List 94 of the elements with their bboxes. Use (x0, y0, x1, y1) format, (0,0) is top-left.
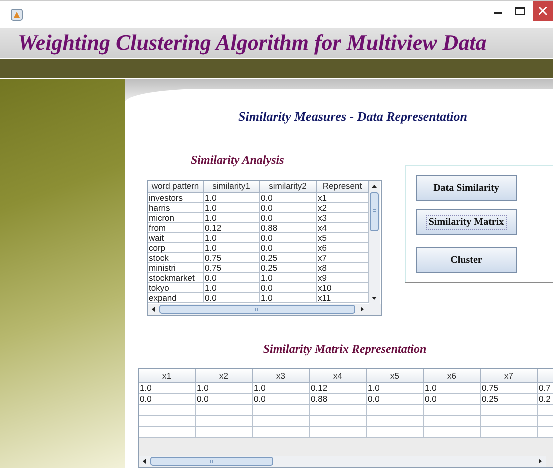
table-cell (139, 416, 196, 427)
table-cell (196, 427, 253, 438)
table-cell: 0.0 (260, 233, 317, 243)
close-icon (539, 7, 547, 15)
close-button[interactable] (533, 1, 553, 21)
table-cell: stockmarket (148, 273, 204, 283)
table-cell: 0.0 (253, 394, 310, 405)
table-cell (481, 416, 538, 427)
column-header[interactable]: similarity1 (204, 181, 260, 193)
table-cell: 0.0 (424, 394, 481, 405)
table-cell: 1.0 (204, 213, 260, 223)
table-cell: 1.0 (204, 193, 260, 203)
table-cell: 0.12 (204, 223, 260, 233)
table-cell: 0.0 (260, 193, 317, 203)
table-cell: 1.0 (139, 383, 196, 394)
table-cell: 1.0 (204, 233, 260, 243)
table-cell: 1.0 (367, 383, 424, 394)
table-cell (481, 405, 538, 416)
action-button[interactable]: Data Similarity (416, 175, 517, 201)
app-icon (11, 8, 23, 20)
table-cell: 0.12 (310, 383, 367, 394)
table-cell: 0.25 (260, 253, 317, 263)
table-cell (367, 427, 424, 438)
table-cell: 0.25 (481, 394, 538, 405)
table-cell: 0.75 (204, 253, 260, 263)
column-header[interactable]: x5 (367, 369, 424, 383)
table-cell: 0.0 (196, 394, 253, 405)
table-cell: 0.75 (481, 383, 538, 394)
table-cell (310, 427, 367, 438)
table-cell (424, 427, 481, 438)
page-heading: Similarity Measures - Data Representation (238, 108, 468, 125)
table-cell: 1.0 (253, 383, 310, 394)
table-cell: 0.0 (260, 283, 317, 293)
column-header[interactable]: x4 (310, 369, 367, 383)
table-cell: 0.25 (260, 263, 317, 273)
table-cell (139, 427, 196, 438)
table-cell (253, 427, 310, 438)
table-cell: 0.0 (260, 203, 317, 213)
horizontal-scrollbar[interactable] (148, 304, 381, 315)
table-cell: 0.88 (260, 223, 317, 233)
table-cell: 0.0 (204, 273, 260, 283)
table-cell: 1.0 (196, 383, 253, 394)
column-header[interactable]: x1 (139, 369, 196, 383)
table-cell (253, 405, 310, 416)
column-header[interactable]: similarity2 (260, 181, 317, 193)
table-cell: 0.0 (367, 394, 424, 405)
table-cell (139, 405, 196, 416)
column-header[interactable]: Represent (317, 181, 369, 193)
table-cell (367, 405, 424, 416)
column-header[interactable]: x6 (424, 369, 481, 383)
table-cell (196, 416, 253, 427)
section-title: Similarity Analysis (191, 153, 286, 168)
table-cell: 0.0 (139, 394, 196, 405)
table-cell: 1.0 (204, 243, 260, 253)
table-cell: ministri (148, 263, 204, 273)
app-title: Weighting Clustering Algorithm for Multiview Data (18, 30, 487, 56)
table-cell: 0.0 (204, 293, 260, 303)
table-cell: 0.75 (204, 263, 260, 273)
table-cell (424, 405, 481, 416)
table-cell: micron (148, 213, 204, 223)
table-cell: harris (148, 203, 204, 213)
table-cell: 0.88 (310, 394, 367, 405)
table-cell: from (148, 223, 204, 233)
table-cell: tokyo (148, 283, 204, 293)
action-button[interactable]: Similarity Matrix (416, 209, 517, 235)
column-header[interactable]: x7 (481, 369, 538, 383)
table-cell: 0.0 (260, 243, 317, 253)
column-header[interactable]: x3 (253, 369, 310, 383)
table-cell: stock (148, 253, 204, 263)
table-cell: 1.0 (260, 293, 317, 303)
table-cell (367, 416, 424, 427)
table-cell (253, 416, 310, 427)
action-button[interactable]: Cluster (416, 247, 517, 273)
table-cell (196, 405, 253, 416)
table-cell (481, 427, 538, 438)
column-header[interactable]: word pattern (148, 181, 204, 193)
table-cell: 0.0 (260, 213, 317, 223)
table-cell: 1.0 (260, 273, 317, 283)
table-cell: corp (148, 243, 204, 253)
maximize-icon (515, 7, 525, 15)
column-header[interactable]: x2 (196, 369, 253, 383)
table-cell: wait (148, 233, 204, 243)
table-cell (310, 416, 367, 427)
table-cell (310, 405, 367, 416)
vertical-scrollbar[interactable] (369, 181, 380, 304)
table-cell: investors (148, 193, 204, 203)
table-cell: 1.0 (204, 283, 260, 293)
table-cell: expand (148, 293, 204, 303)
table-cell: 1.0 (204, 203, 260, 213)
table-cell: 0.2 (538, 394, 553, 405)
table-cell: 1.0 (424, 383, 481, 394)
section-title: Similarity Matrix Representation (262, 342, 428, 357)
table-cell (424, 416, 481, 427)
table-cell: 0.7 (538, 383, 553, 394)
